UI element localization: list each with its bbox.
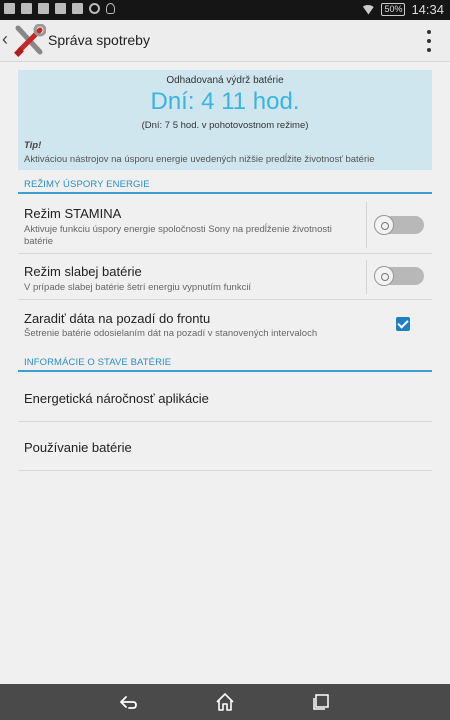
divider [366, 202, 367, 248]
recent-apps-icon[interactable] [311, 692, 331, 712]
back-chevron-icon[interactable]: ‹ [2, 29, 8, 50]
row-title: Používanie batérie [24, 440, 132, 455]
section-header-modes: REŽIMY ÚSPORY ENERGIE [18, 176, 432, 194]
row-title: Režim slabej batérie [24, 264, 142, 279]
queue-background-data-row[interactable]: Zaradiť dáta na pozadí do frontu Šetreni… [18, 300, 432, 352]
toggle-knob [374, 266, 394, 286]
facebook-icon [72, 3, 83, 14]
app-energy-usage-row[interactable]: Energetická náročnosť aplikácie [18, 374, 432, 422]
image-icon [4, 3, 15, 14]
section-header-info: INFORMÁCIE O STAVE BATÉRIE [18, 354, 432, 372]
toggle-knob [374, 215, 394, 235]
estimate-standby: (Dní: 7 5 hod. v pohotovostnom režime) [141, 120, 309, 131]
low-battery-mode-row[interactable]: Režim slabej batérie V prípade slabej ba… [18, 254, 432, 300]
row-subtitle: Šetrenie batérie odosielaním dát na poza… [24, 328, 318, 339]
clock: 14:34 [411, 2, 444, 17]
battery-level: 50% [384, 4, 403, 14]
status-bar: 50% 14:34 [0, 0, 450, 20]
wifi-icon [361, 4, 376, 15]
row-title: Režim STAMINA [24, 206, 122, 221]
section-title: REŽIMY ÚSPORY ENERGIE [24, 179, 150, 190]
tip-text: Aktiváciou nástrojov na úsporu energie u… [24, 154, 375, 165]
bulb-icon [106, 3, 115, 14]
low-battery-toggle[interactable] [374, 266, 424, 286]
screen-title: Správa spotreby [48, 32, 150, 48]
video-icon [38, 3, 49, 14]
section-title: INFORMÁCIE O STAVE BATÉRIE [24, 357, 172, 368]
row-subtitle: Aktivuje funkciu úspory energie spoločno… [24, 224, 332, 247]
battery-icon: 50% [381, 3, 406, 16]
action-bar: ‹ Správa spotreby [0, 20, 450, 62]
navigation-bar [0, 684, 450, 720]
battery-usage-row[interactable]: Používanie batérie [18, 422, 432, 471]
notification-icons [4, 3, 115, 14]
estimate-value: Dní: 4 11 hod. [150, 88, 300, 115]
home-icon[interactable] [215, 692, 235, 712]
tip-title: Tip! [24, 140, 42, 151]
screenshot-icon [21, 3, 32, 14]
overflow-menu-icon[interactable] [426, 30, 432, 52]
stamina-toggle[interactable] [374, 215, 424, 235]
estimate-label: Odhadovaná výdrž batérie [166, 75, 284, 86]
battery-estimate-card: Odhadovaná výdrž batérie Dní: 4 11 hod. … [18, 70, 432, 170]
sync-icon [89, 3, 100, 14]
stamina-mode-row[interactable]: Režim STAMINA Aktivuje funkciu úspory en… [18, 196, 432, 254]
tools-icon[interactable] [12, 24, 46, 58]
mail-icon [55, 3, 66, 14]
back-icon[interactable] [118, 692, 138, 712]
row-title: Energetická náročnosť aplikácie [24, 391, 209, 406]
row-subtitle: V prípade slabej batérie šetrí energiu v… [24, 282, 252, 293]
row-title: Zaradiť dáta na pozadí do frontu [24, 311, 211, 326]
queue-background-data-checkbox[interactable] [396, 317, 410, 331]
divider [366, 260, 367, 294]
